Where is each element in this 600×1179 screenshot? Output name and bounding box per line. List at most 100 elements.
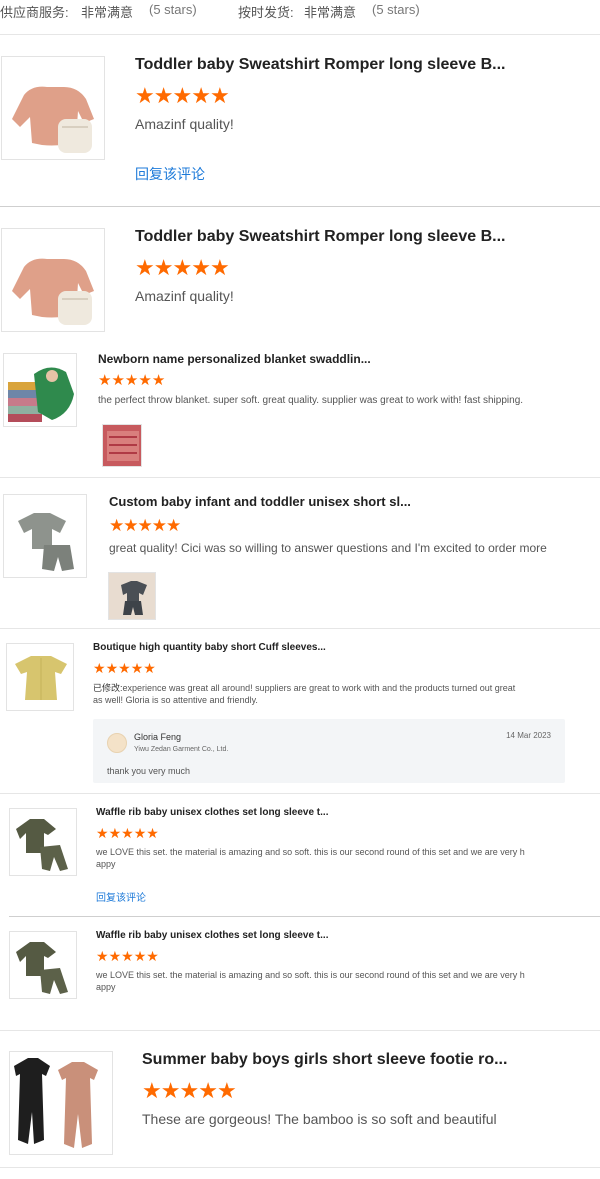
- reply-date: 14 Mar 2023: [506, 731, 551, 740]
- star-icon: ★: [135, 255, 155, 280]
- star-icon: ★: [172, 255, 193, 280]
- sweatshirt-romper-image: [12, 86, 94, 153]
- product-title-link[interactable]: Toddler baby Sweatshirt Romper long slee…: [135, 228, 595, 246]
- star-icon: ★: [191, 255, 211, 280]
- reply-to-review-link[interactable]: 回复该评论: [96, 889, 146, 904]
- rating-stars: ★ ★ ★ ★ ★: [96, 826, 159, 840]
- review-text: Amazinf quality!: [135, 288, 234, 304]
- star-icon: ★: [216, 1078, 237, 1103]
- waffle-set-image: [16, 819, 68, 871]
- review-photo-image: [103, 425, 141, 466]
- product-thumbnail[interactable]: [9, 931, 77, 999]
- star-icon: ★: [191, 83, 211, 108]
- star-icon: ★: [172, 83, 193, 108]
- review-card: Boutique high quantity baby short Cuff s…: [0, 629, 600, 793]
- star-icon: ★: [138, 372, 152, 389]
- star-icon: ★: [135, 83, 155, 108]
- rating-stars: ★ ★ ★ ★ ★: [109, 517, 181, 534]
- star-icon: ★: [121, 948, 134, 964]
- star-icon: ★: [93, 660, 106, 676]
- review-text: we LOVE this set. the material is amazin…: [96, 969, 525, 993]
- product-title-link[interactable]: Waffle rib baby unisex clothes set long …: [96, 930, 576, 941]
- review-text-line: we LOVE this set. the material is amazin…: [96, 970, 525, 980]
- review-text: Amazinf quality!: [135, 116, 234, 132]
- review-text-line: we LOVE this set. the material is amazin…: [96, 847, 525, 857]
- star-icon: ★: [123, 516, 139, 535]
- sweatshirt-romper-image: [12, 258, 94, 325]
- review-photo[interactable]: [108, 572, 156, 620]
- delivery-value: 非常满意: [304, 5, 357, 20]
- star-icon: ★: [153, 255, 174, 280]
- short-sleeve-set-image: [18, 513, 74, 571]
- star-icon: ★: [133, 825, 147, 841]
- footie-romper-image: [14, 1058, 98, 1148]
- rating-stars: ★ ★ ★ ★ ★: [135, 257, 230, 279]
- review-text: 已修改:experience was great all around! sup…: [93, 682, 515, 706]
- star-icon: ★: [146, 948, 159, 964]
- review-photo[interactable]: [102, 424, 142, 467]
- review-text: These are gorgeous! The bamboo is so sof…: [142, 1111, 497, 1127]
- star-icon: ★: [209, 255, 230, 280]
- product-thumbnail[interactable]: [6, 643, 74, 711]
- delivery-label: 按时发货:: [238, 5, 294, 20]
- review-text-line: experience was great all around! supplie…: [122, 683, 516, 693]
- review-card: Toddler baby Sweatshirt Romper long slee…: [0, 35, 600, 205]
- review-card: Newborn name personalized blanket swaddl…: [0, 343, 600, 477]
- supplier-service-value: 非常满意: [81, 5, 134, 20]
- star-icon: ★: [109, 516, 125, 535]
- star-icon: ★: [209, 83, 230, 108]
- star-icon: ★: [111, 372, 125, 389]
- star-icon: ★: [130, 660, 144, 676]
- supplier-reply-box: Gloria Feng Yiwu Zedan Garment Co., Ltd.…: [93, 719, 565, 783]
- star-icon: ★: [108, 948, 122, 964]
- review-card: Waffle rib baby unisex clothes set long …: [0, 917, 600, 1030]
- star-icon: ★: [160, 1078, 181, 1103]
- review-card: Toddler baby Sweatshirt Romper long slee…: [0, 207, 600, 342]
- star-icon: ★: [198, 1078, 218, 1103]
- star-icon: ★: [133, 948, 147, 964]
- reply-text: thank you very much: [107, 766, 191, 776]
- blanket-image: [8, 367, 74, 422]
- product-title-link[interactable]: Summer baby boys girls short sleeve foot…: [142, 1051, 592, 1069]
- product-thumbnail[interactable]: [1, 228, 105, 332]
- star-icon: ★: [179, 1078, 200, 1103]
- review-card: Summer baby boys girls short sleeve foot…: [0, 1031, 600, 1167]
- rating-stars: ★ ★ ★ ★ ★: [142, 1080, 237, 1102]
- star-icon: ★: [118, 660, 131, 676]
- review-text-line: as well! Gloria is so attentive and frie…: [93, 695, 258, 705]
- divider: [0, 1167, 600, 1168]
- supplier-service-label: 供应商服务:: [0, 5, 69, 20]
- product-title-link[interactable]: Boutique high quantity baby short Cuff s…: [93, 642, 573, 653]
- product-title-link[interactable]: Custom baby infant and toddler unisex sh…: [109, 494, 589, 509]
- product-thumbnail[interactable]: [9, 808, 77, 876]
- star-icon: ★: [151, 516, 167, 535]
- star-icon: ★: [105, 660, 119, 676]
- product-title-link[interactable]: Toddler baby Sweatshirt Romper long slee…: [135, 56, 595, 74]
- delivery-stars: (5 stars): [372, 2, 420, 17]
- review-text-line: appy: [96, 982, 116, 992]
- reply-author-name: Gloria Feng: [134, 732, 182, 742]
- star-icon: ★: [124, 372, 139, 389]
- star-icon: ★: [146, 825, 159, 841]
- star-icon: ★: [153, 83, 174, 108]
- supplier-service-stars: (5 stars): [149, 2, 197, 17]
- product-thumbnail[interactable]: [9, 1051, 113, 1155]
- product-thumbnail[interactable]: [1, 56, 105, 160]
- rating-stars: ★ ★ ★ ★ ★: [93, 661, 156, 675]
- product-thumbnail[interactable]: [3, 353, 77, 427]
- star-icon: ★: [98, 372, 112, 389]
- rating-stars: ★ ★ ★ ★ ★: [135, 85, 230, 107]
- review-card: Waffle rib baby unisex clothes set long …: [0, 794, 600, 916]
- rating-stars: ★ ★ ★ ★ ★: [98, 373, 165, 388]
- review-card: Custom baby infant and toddler unisex sh…: [0, 478, 600, 628]
- cuff-sleeve-romper-image: [15, 656, 67, 700]
- edited-label: 已修改:: [93, 683, 123, 693]
- star-icon: ★: [166, 516, 182, 535]
- reply-company-name: Yiwu Zedan Garment Co., Ltd.: [134, 746, 229, 753]
- star-icon: ★: [121, 825, 134, 841]
- product-thumbnail[interactable]: [3, 494, 87, 578]
- product-title-link[interactable]: Waffle rib baby unisex clothes set long …: [96, 807, 576, 818]
- reply-to-review-link[interactable]: 回复该评论: [135, 164, 205, 184]
- product-title-link[interactable]: Newborn name personalized blanket swaddl…: [98, 352, 578, 366]
- review-text: great quality! Cici was so willing to an…: [109, 541, 547, 555]
